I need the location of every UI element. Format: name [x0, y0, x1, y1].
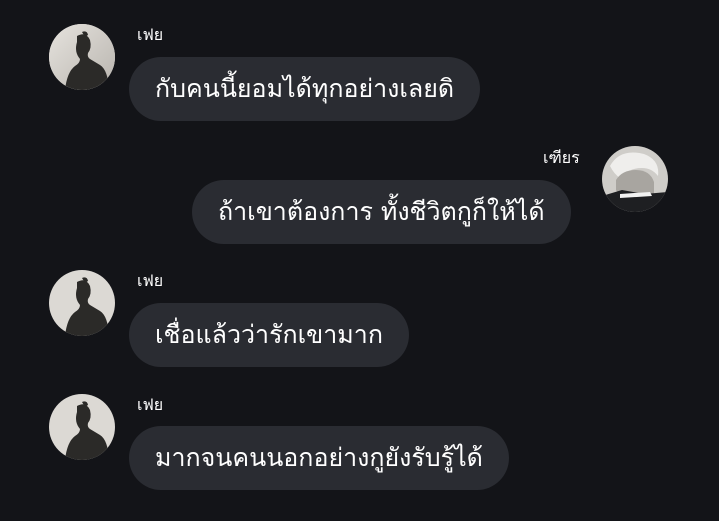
- person-silhouette-icon: [49, 394, 115, 460]
- message-bubble[interactable]: มากจนคนนอกอย่างกูยังรับรู้ได้: [129, 426, 509, 490]
- person-silhouette-icon: [49, 24, 115, 90]
- message-bubble[interactable]: กับคนนี้ยอมได้ทุกอย่างเลยดิ: [129, 57, 481, 121]
- sender-name: เฟย: [137, 25, 164, 44]
- message-bubble[interactable]: ถ้าเขาต้องการ ทั้งชีวิตกูก็ให้ได้: [192, 180, 571, 244]
- message-bubble[interactable]: เชื่อแล้วว่ารักเขามาก: [129, 303, 409, 367]
- sender-name: เฟย: [137, 395, 164, 414]
- chat-thread: เฟย กับคนนี้ยอมได้ทุกอย่างเลยดิ เฑียร ถ้…: [0, 0, 719, 521]
- sender-avatar[interactable]: [49, 24, 115, 90]
- sender-avatar[interactable]: [49, 270, 115, 336]
- sender-avatar[interactable]: [49, 394, 115, 460]
- person-silhouette-icon: [49, 270, 115, 336]
- sender-name: เฟย: [137, 271, 164, 290]
- sender-name: เฑียร: [543, 148, 580, 167]
- sender-avatar[interactable]: [602, 146, 668, 212]
- person-portrait-icon: [602, 146, 668, 212]
